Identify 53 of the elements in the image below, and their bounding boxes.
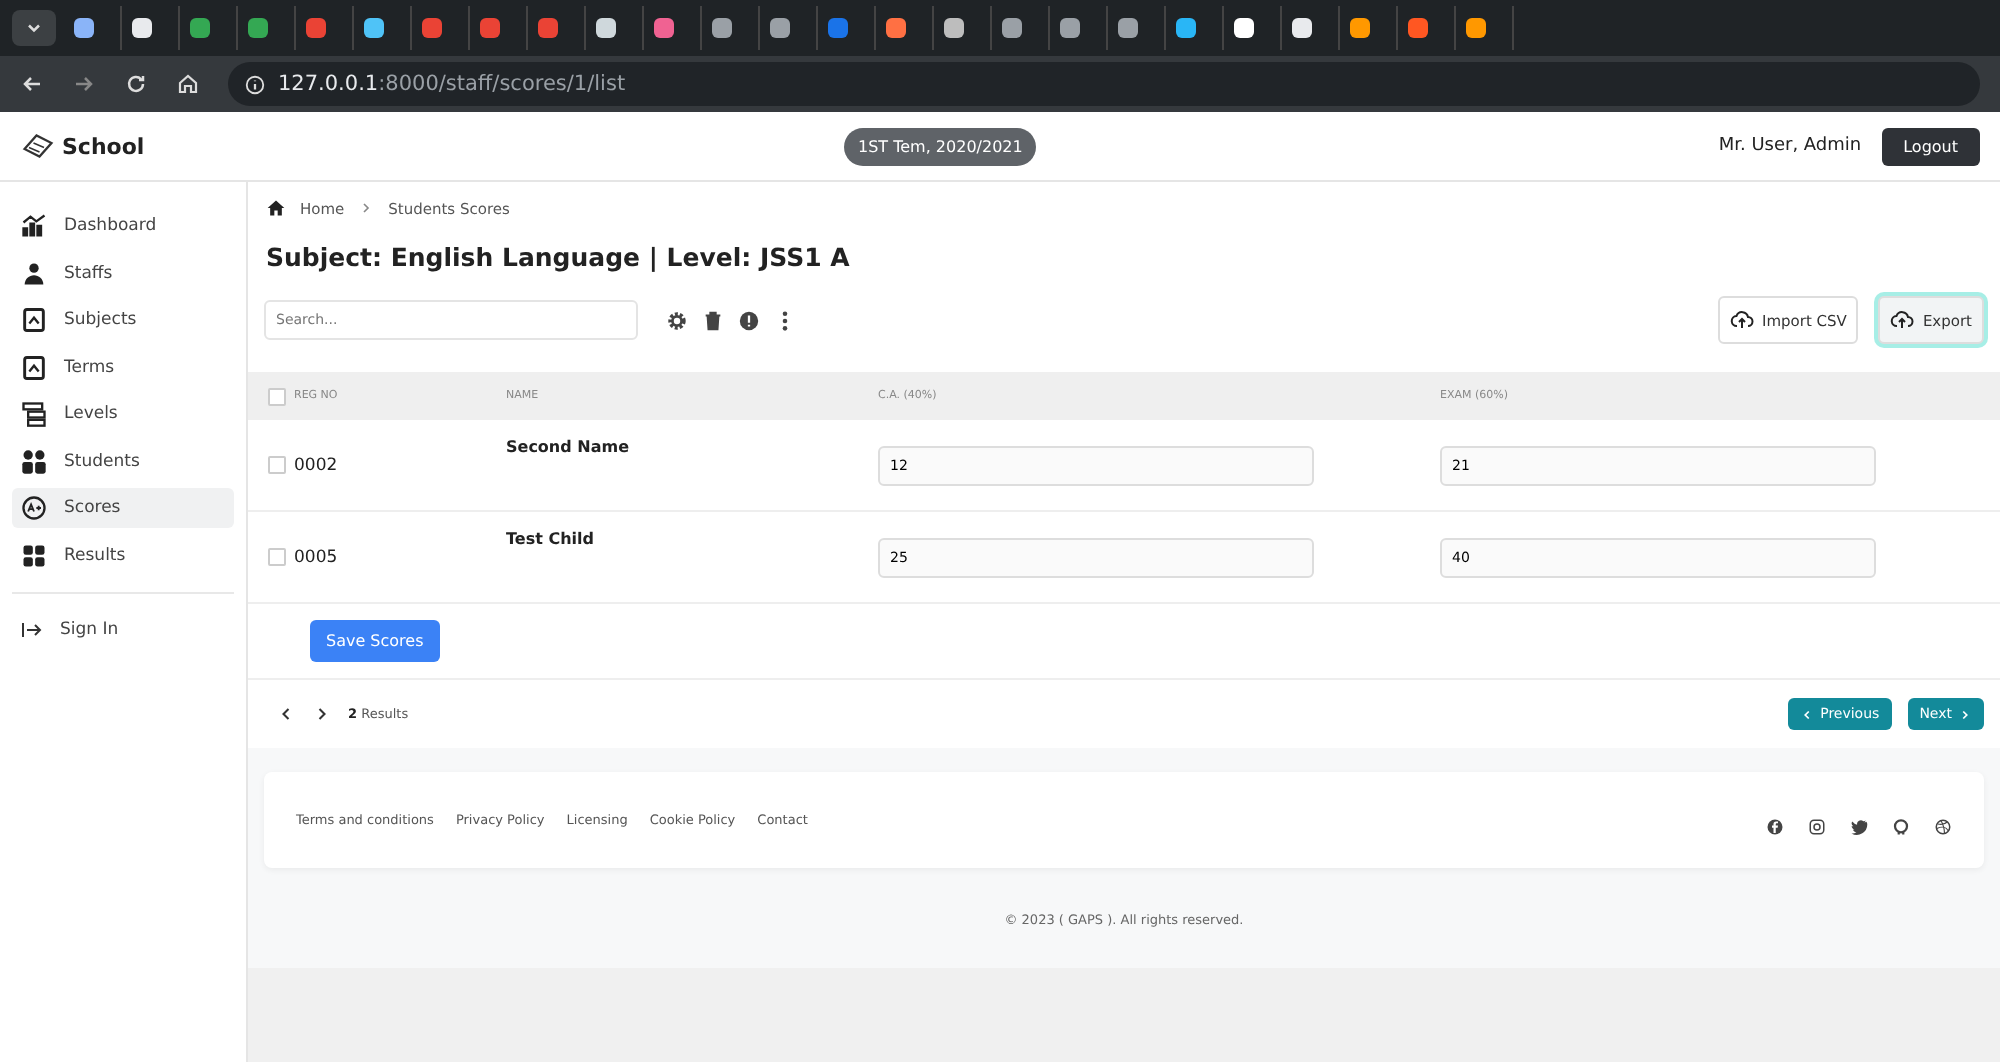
home-icon bbox=[266, 198, 286, 218]
user-name: Mr. User, Admin bbox=[1718, 136, 1862, 156]
name-cell: Second Name bbox=[506, 420, 878, 511]
forward-icon bbox=[72, 72, 96, 96]
reg-no-cell: 0002 bbox=[294, 420, 506, 511]
alert-icon bbox=[738, 309, 760, 331]
sidebar-item[interactable]: Students bbox=[12, 441, 234, 481]
dribbble-icon bbox=[1934, 818, 1952, 836]
twitter-icon bbox=[1850, 818, 1868, 836]
home-icon bbox=[176, 72, 200, 96]
info-icon bbox=[244, 73, 266, 95]
grid-icon bbox=[20, 541, 48, 569]
brand-name: School bbox=[62, 133, 145, 159]
select-all-checkbox[interactable] bbox=[268, 387, 286, 405]
chevron-right-icon bbox=[1958, 707, 1972, 721]
sidebar-item[interactable]: Dashboard bbox=[12, 206, 234, 246]
sidebar-item[interactable]: Results bbox=[12, 535, 234, 575]
reg-no-cell: 0005 bbox=[294, 511, 506, 603]
book-icon bbox=[20, 306, 48, 334]
instagram-icon bbox=[1808, 818, 1826, 836]
grade-circle-icon bbox=[20, 494, 48, 522]
term-badge: 1ST Tem, 2020/2021 bbox=[844, 127, 1037, 165]
sidebar-item[interactable]: Staffs bbox=[12, 253, 234, 293]
logo-icon bbox=[20, 128, 56, 164]
cloud-upload-icon bbox=[1890, 308, 1915, 332]
reload-icon bbox=[124, 72, 148, 96]
save-scores-button[interactable]: Save Scores bbox=[310, 620, 440, 662]
trash-icon bbox=[702, 309, 724, 331]
address-bar[interactable]: 127.0.0.1:8000/staff/scores/1/list bbox=[228, 62, 1980, 106]
sidebar-item[interactable]: Subjects bbox=[12, 300, 234, 340]
sidebar-item[interactable]: Terms bbox=[12, 347, 234, 387]
stack-icon bbox=[20, 400, 48, 428]
logout-button[interactable]: Logout bbox=[1881, 127, 1980, 165]
page-title: Subject: English Language | Level: JSS1 A bbox=[266, 242, 852, 272]
row-checkbox[interactable] bbox=[268, 456, 286, 474]
chevron-left-icon bbox=[1800, 707, 1815, 721]
settings-icon bbox=[666, 309, 688, 331]
sign-in-icon bbox=[20, 617, 44, 641]
chart-icon bbox=[20, 212, 48, 240]
people-icon bbox=[20, 447, 48, 475]
sign-in-link[interactable]: Sign In bbox=[12, 609, 234, 649]
person-icon bbox=[20, 259, 48, 287]
facebook-icon bbox=[1766, 818, 1784, 836]
back-icon bbox=[20, 72, 44, 96]
book-icon bbox=[20, 353, 48, 381]
chevron-right-icon bbox=[358, 200, 375, 216]
tab-list-button[interactable] bbox=[12, 10, 56, 46]
sidebar-item[interactable]: Levels bbox=[12, 394, 234, 434]
url-text: 127.0.0.1:8000/staff/scores/1/list bbox=[278, 72, 626, 96]
sidebar-item[interactable]: Scores bbox=[12, 488, 234, 528]
cloud-upload-icon bbox=[1730, 308, 1755, 332]
row-checkbox[interactable] bbox=[268, 548, 286, 566]
name-cell: Test Child bbox=[506, 511, 878, 603]
